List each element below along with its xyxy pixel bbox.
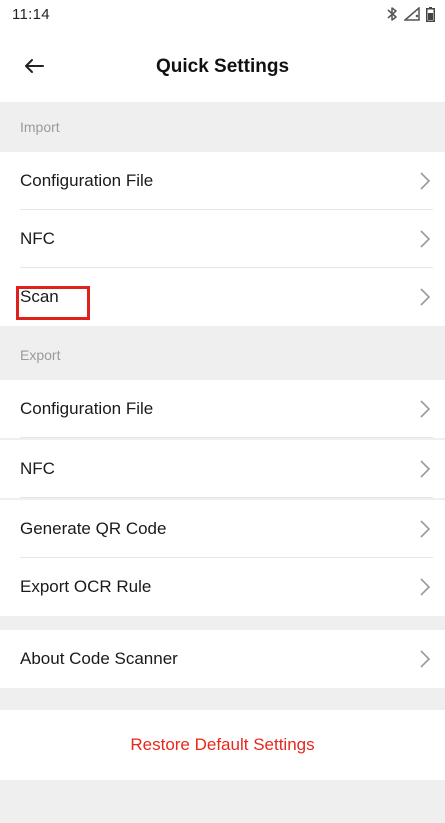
page-title: Quick Settings (155, 56, 290, 77)
export-configuration-file-row[interactable]: Configuration File (0, 380, 445, 438)
status-bar: 11:14 (0, 0, 445, 34)
export-nfc-row[interactable]: NFC (0, 440, 445, 498)
row-label: NFC (20, 229, 55, 248)
export-ocr-rule-row[interactable]: Export OCR Rule (0, 558, 445, 616)
import-configuration-file-row[interactable]: Configuration File (0, 152, 445, 210)
row-label: About Code Scanner (20, 649, 178, 668)
row-label: NFC (20, 459, 55, 478)
about-code-scanner-row[interactable]: About Code Scanner (0, 630, 445, 688)
import-scan-row[interactable]: Scan (0, 268, 445, 326)
export-section-label: Export (20, 347, 61, 363)
row-label: Configuration File (20, 399, 154, 418)
row-label: Configuration File (20, 171, 154, 190)
bluetooth-icon (386, 6, 398, 22)
signal-icon (404, 7, 420, 21)
row-label: Scan (20, 287, 59, 306)
export-generate-qr-code-row[interactable]: Generate QR Code (0, 500, 445, 558)
divider (20, 437, 433, 438)
import-section-header: Import (0, 102, 445, 152)
chevron-right-icon (420, 460, 431, 478)
chevron-right-icon (420, 400, 431, 418)
status-icons (386, 6, 435, 22)
chevron-right-icon (420, 578, 431, 596)
chevron-right-icon (420, 288, 431, 306)
export-section-header: Export (0, 330, 445, 380)
divider (20, 497, 433, 498)
restore-default-settings-button[interactable]: Restore Default Settings (0, 710, 445, 780)
status-time: 11:14 (12, 6, 50, 23)
app-bar: Quick Settings (0, 34, 445, 102)
chevron-right-icon (420, 172, 431, 190)
import-section-label: Import (20, 119, 60, 135)
chevron-right-icon (420, 230, 431, 248)
import-nfc-row[interactable]: NFC (0, 210, 445, 268)
row-label: Export OCR Rule (20, 577, 152, 596)
restore-default-settings-label: Restore Default Settings (130, 735, 315, 754)
chevron-right-icon (420, 650, 431, 668)
row-label: Generate QR Code (20, 519, 167, 538)
chevron-right-icon (420, 520, 431, 538)
battery-icon (426, 6, 435, 22)
